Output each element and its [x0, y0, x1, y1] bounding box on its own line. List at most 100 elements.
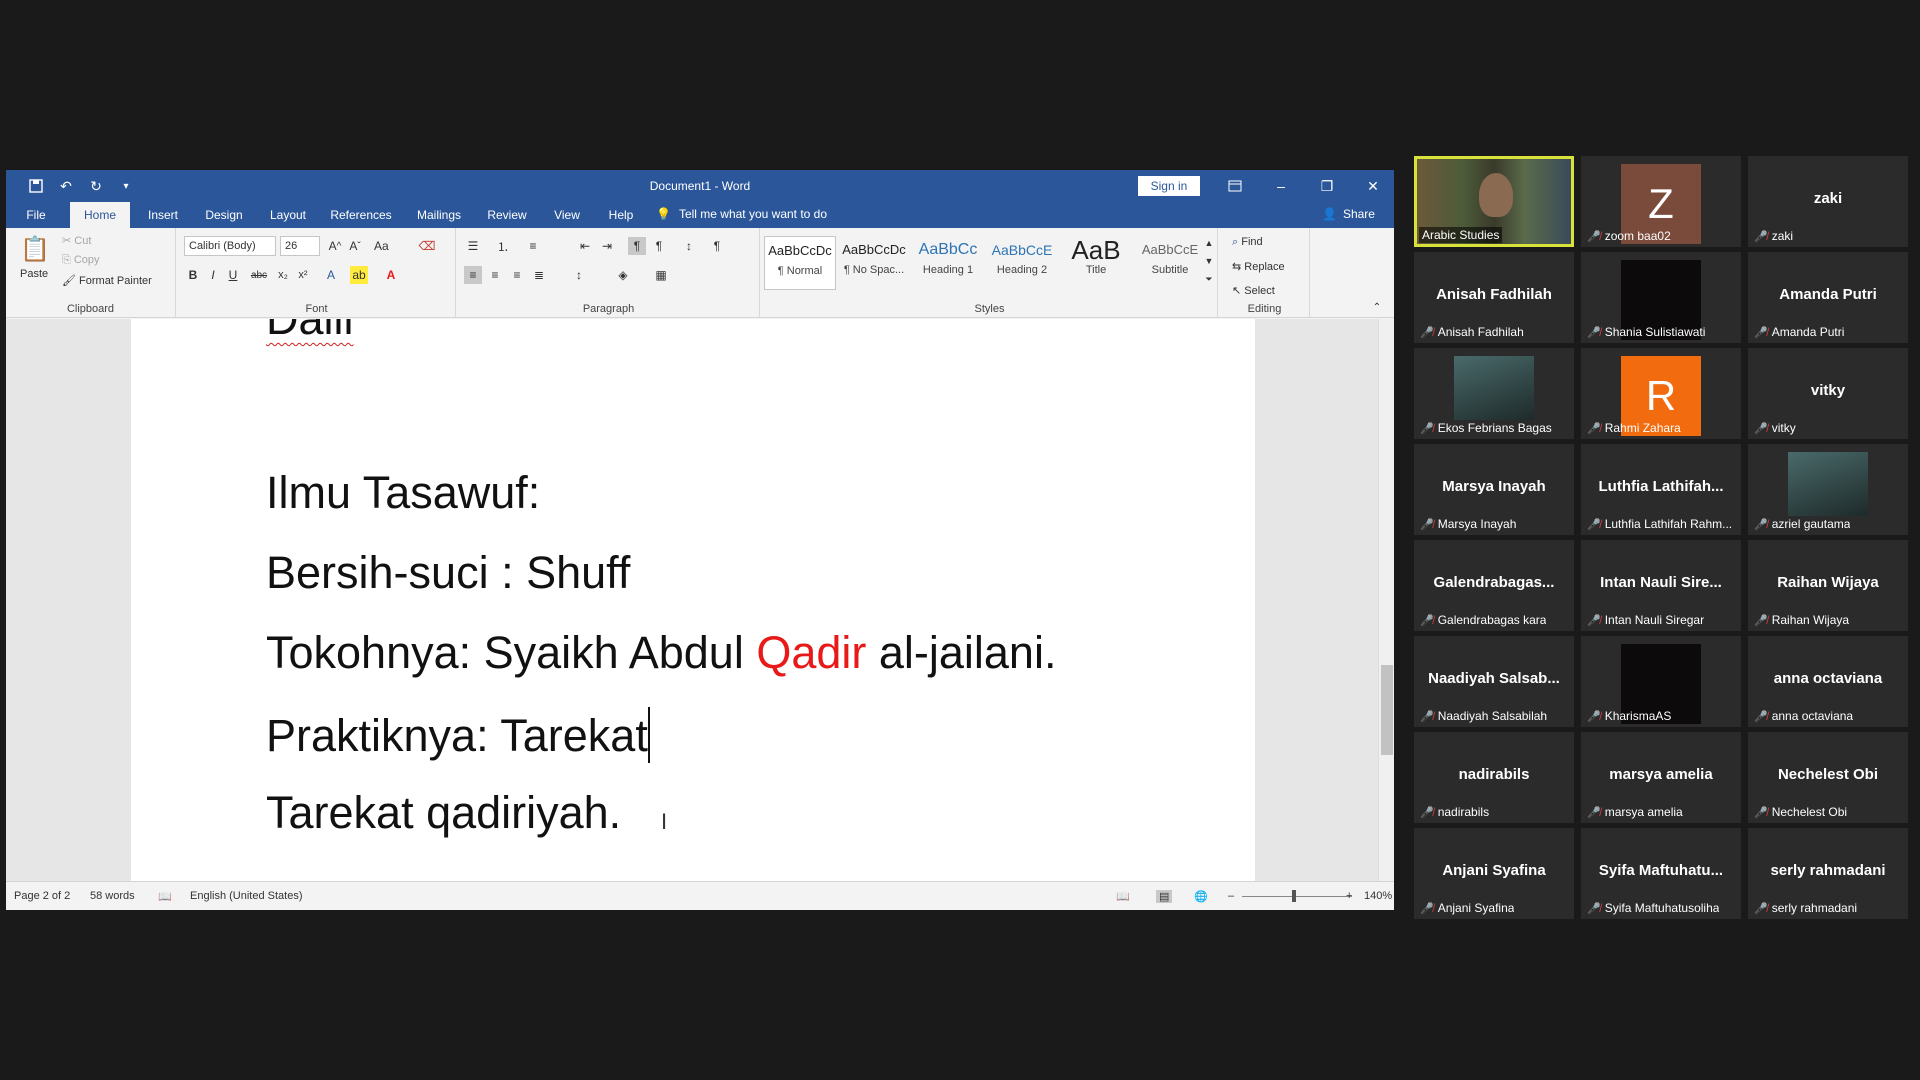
web-layout-icon[interactable]: 🌐: [1194, 890, 1208, 903]
style-heading-2[interactable]: AaBbCcE Heading 2: [986, 236, 1058, 290]
share-button[interactable]: 👤 Share: [1322, 207, 1375, 221]
zoom-slider[interactable]: [1242, 896, 1352, 897]
participant-tile[interactable]: 🎤̸ KharismaAS: [1581, 636, 1741, 727]
font-color-icon[interactable]: A: [382, 266, 400, 284]
subscript-icon[interactable]: x₂: [274, 266, 292, 284]
participant-tile[interactable]: marsya amelia 🎤̸ marsya amelia: [1581, 732, 1741, 823]
participant-tile[interactable]: Raihan Wijaya 🎤̸ Raihan Wijaya: [1748, 540, 1908, 631]
participant-tile[interactable]: anna octaviana 🎤̸ anna octaviana: [1748, 636, 1908, 727]
participant-tile[interactable]: nadirabils 🎤̸ nadirabils: [1414, 732, 1574, 823]
zoom-out-icon[interactable]: –: [1228, 890, 1234, 902]
participant-tile[interactable]: Syifa Maftuhatu... 🎤̸ Syifa Maftuhatusolih…: [1581, 828, 1741, 919]
strikethrough-icon[interactable]: abc: [250, 266, 268, 284]
sign-in-button[interactable]: Sign in: [1138, 176, 1200, 196]
paste-icon[interactable]: 📋: [20, 234, 50, 264]
tab-help[interactable]: Help: [600, 202, 642, 228]
shading-icon[interactable]: ◈: [614, 266, 632, 284]
participant-tile[interactable]: zaki 🎤̸ zaki: [1748, 156, 1908, 247]
align-center-icon[interactable]: ≡: [486, 266, 504, 284]
scrollbar-thumb[interactable]: [1381, 665, 1393, 755]
participant-tile[interactable]: Marsya Inayah 🎤̸ Marsya Inayah: [1414, 444, 1574, 535]
participant-tile[interactable]: Amanda Putri 🎤̸ Amanda Putri: [1748, 252, 1908, 343]
style-normal[interactable]: AaBbCcDc ¶ Normal: [764, 236, 836, 290]
language-indicator[interactable]: English (United States): [190, 890, 303, 902]
participant-tile[interactable]: Intan Nauli Sire... 🎤̸ Intan Nauli Siregar: [1581, 540, 1741, 631]
participant-tile[interactable]: 🎤̸ Ekos Febrians Bagas: [1414, 348, 1574, 439]
word-count[interactable]: 58 words: [90, 890, 135, 902]
tab-home[interactable]: Home: [70, 202, 130, 228]
tab-view[interactable]: View: [544, 202, 590, 228]
font-name-combo[interactable]: Calibri (Body): [184, 236, 276, 256]
participant-tile[interactable]: Galendrabagas... 🎤̸ Galendrabagas kara: [1414, 540, 1574, 631]
copy-button[interactable]: ⎘ Copy: [62, 254, 100, 267]
tab-file[interactable]: File: [14, 202, 58, 228]
decrease-indent-icon[interactable]: ⇤: [576, 237, 594, 255]
format-painter-button[interactable]: 🖌 Format Painter: [62, 274, 152, 287]
proofing-icon[interactable]: 📖: [158, 890, 172, 903]
numbering-icon[interactable]: ⒈: [494, 237, 512, 255]
restore-icon[interactable]: ❐: [1304, 170, 1350, 202]
participant-tile[interactable]: Luthfia Lathifah... 🎤̸ Luthfia Lathifah Ra…: [1581, 444, 1741, 535]
clear-formatting-icon[interactable]: ⌫: [418, 237, 436, 255]
paste-button[interactable]: Paste: [20, 268, 48, 280]
cut-button[interactable]: ✂ Cut: [62, 234, 91, 247]
styles-more-icon[interactable]: ⏷: [1200, 270, 1218, 288]
zoom-in-icon[interactable]: +: [1346, 890, 1352, 902]
select-button[interactable]: ↖ Select: [1232, 284, 1275, 297]
multilevel-list-icon[interactable]: ≡: [524, 237, 542, 255]
align-right-icon[interactable]: ≡: [508, 266, 526, 284]
participant-tile[interactable]: R 🎤̸ Rahmi Zahara: [1581, 348, 1741, 439]
participant-tile[interactable]: Anisah Fadhilah 🎤̸ Anisah Fadhilah: [1414, 252, 1574, 343]
sort-icon[interactable]: ↕: [680, 237, 698, 255]
participant-tile[interactable]: Naadiyah Salsab... 🎤̸ Naadiyah Salsabilah: [1414, 636, 1574, 727]
styles-scroll-down-icon[interactable]: ▼: [1200, 252, 1218, 270]
tab-insert[interactable]: Insert: [138, 202, 188, 228]
replace-button[interactable]: ⇆ Replace: [1232, 260, 1285, 273]
styles-scroll-up-icon[interactable]: ▲: [1200, 234, 1218, 252]
participant-tile[interactable]: 🎤̸ Shania Sulistiawati: [1581, 252, 1741, 343]
style-subtitle[interactable]: AaBbCcE Subtitle: [1134, 236, 1206, 290]
tab-design[interactable]: Design: [196, 202, 252, 228]
participant-tile[interactable]: Arabic Studies: [1414, 156, 1574, 247]
participant-tile[interactable]: serly rahmadani 🎤̸ serly rahmadani: [1748, 828, 1908, 919]
tab-review[interactable]: Review: [480, 202, 534, 228]
underline-icon[interactable]: U: [224, 266, 242, 284]
participant-tile[interactable]: 🎤̸ azriel gautama: [1748, 444, 1908, 535]
zoom-level[interactable]: 140%: [1364, 890, 1392, 902]
justify-icon[interactable]: ≣: [530, 266, 548, 284]
align-left-icon[interactable]: ≡: [464, 266, 482, 284]
change-case-button[interactable]: Aa: [374, 239, 389, 253]
read-mode-icon[interactable]: 📖: [1116, 890, 1130, 903]
collapse-ribbon-icon[interactable]: ⌃: [1368, 298, 1386, 316]
ribbon-display-options-icon[interactable]: [1212, 170, 1258, 202]
bold-icon[interactable]: B: [184, 266, 202, 284]
shrink-font-icon[interactable]: Aˇ: [346, 237, 364, 255]
style-heading-1[interactable]: AaBbCc Heading 1: [912, 236, 984, 290]
print-layout-icon[interactable]: ▤: [1156, 890, 1173, 903]
page-count[interactable]: Page 2 of 2: [14, 890, 70, 902]
find-button[interactable]: ⌕ Find: [1232, 236, 1263, 249]
highlight-icon[interactable]: ab: [350, 266, 368, 284]
italic-icon[interactable]: I: [204, 266, 222, 284]
text-effects-icon[interactable]: A: [322, 266, 340, 284]
close-icon[interactable]: ✕: [1350, 170, 1394, 202]
superscript-icon[interactable]: x²: [294, 266, 312, 284]
show-marks-icon[interactable]: ¶: [708, 237, 726, 255]
tab-layout[interactable]: Layout: [260, 202, 316, 228]
vertical-scrollbar[interactable]: [1378, 319, 1394, 881]
participant-tile[interactable]: Anjani Syafina 🎤̸ Anjani Syafina: [1414, 828, 1574, 919]
increase-indent-icon[interactable]: ⇥: [598, 237, 616, 255]
tab-references[interactable]: References: [324, 202, 398, 228]
tell-me-search[interactable]: 💡 Tell me what you want to do: [656, 207, 827, 221]
participant-tile[interactable]: vitky 🎤̸ vitky: [1748, 348, 1908, 439]
font-size-combo[interactable]: 26: [280, 236, 320, 256]
tab-mailings[interactable]: Mailings: [408, 202, 470, 228]
zoom-slider-thumb[interactable]: [1292, 890, 1296, 902]
style-title[interactable]: AaB Title: [1060, 236, 1132, 290]
minimize-icon[interactable]: –: [1258, 170, 1304, 202]
style-no-spacing[interactable]: AaBbCcDc ¶ No Spac...: [838, 236, 910, 290]
participant-tile[interactable]: Nechelest Obi 🎤̸ Nechelest Obi: [1748, 732, 1908, 823]
participant-tile[interactable]: Z 🎤̸ zoom baa02: [1581, 156, 1741, 247]
line-spacing-icon[interactable]: ↕: [570, 266, 588, 284]
rtl-icon[interactable]: ¶: [650, 237, 668, 255]
